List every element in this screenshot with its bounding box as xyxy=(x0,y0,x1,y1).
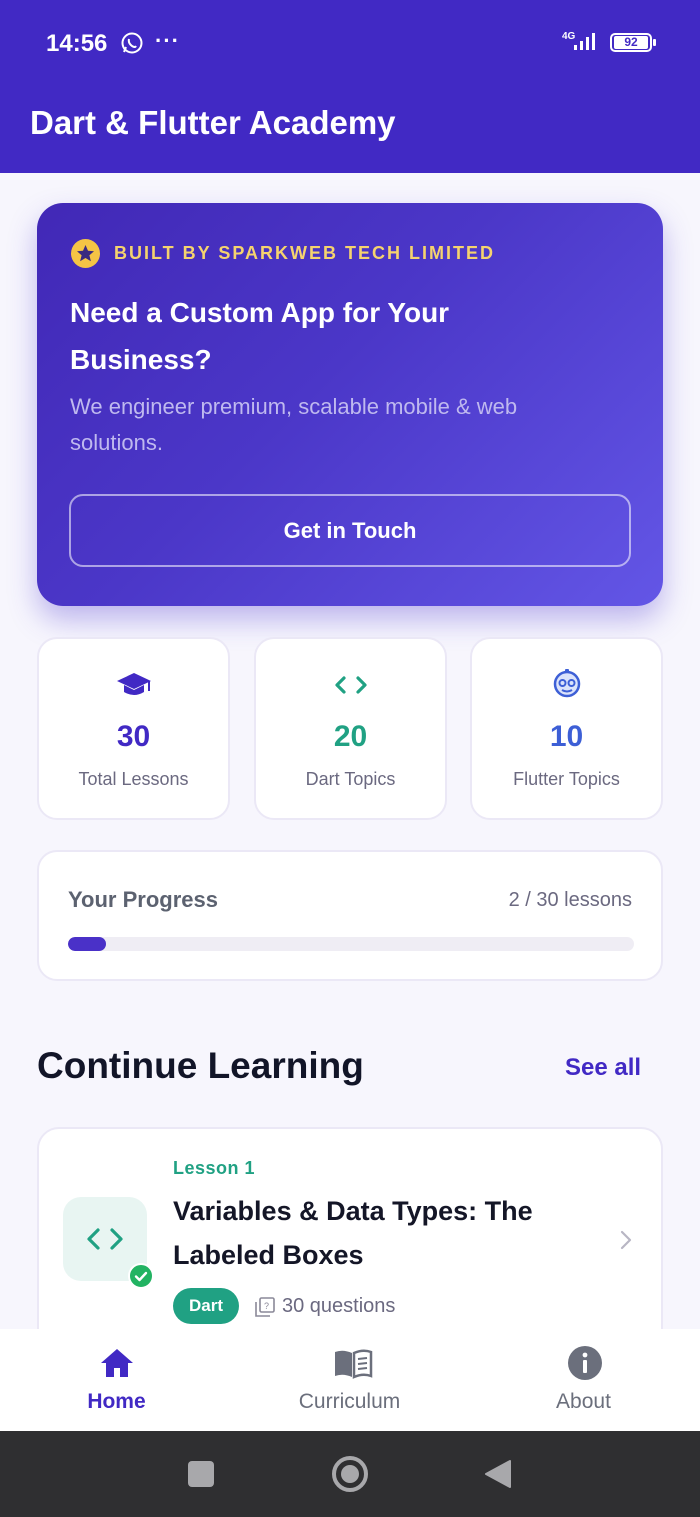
bottom-nav: Home Curriculum About xyxy=(0,1329,700,1431)
lesson-card[interactable]: Lesson 1 Variables & Data Types: The Lab… xyxy=(37,1127,663,1357)
nav-label: Curriculum xyxy=(298,1390,401,1413)
nav-home[interactable]: Home xyxy=(0,1329,233,1431)
system-nav-bar xyxy=(0,1431,700,1517)
lesson-number: Lesson 1 xyxy=(173,1158,256,1178)
robot-icon xyxy=(553,669,581,698)
stat-card-total-lessons: 30 Total Lessons xyxy=(37,637,230,820)
home-icon xyxy=(101,1349,133,1377)
status-bar: 14:56 ··· 4G 92 xyxy=(0,0,700,88)
info-icon xyxy=(568,1346,602,1380)
battery-icon: 92 xyxy=(610,33,656,52)
progress-bar xyxy=(68,937,634,951)
stat-value: 20 xyxy=(333,720,368,753)
status-time: 14:56 xyxy=(46,30,108,57)
nav-label: About xyxy=(556,1390,611,1413)
progress-card: Your Progress 2 / 30 lessons xyxy=(37,850,663,981)
lesson-title: Variables & Data Types: The Labeled Boxe… xyxy=(173,1196,533,1270)
signal-icon: 4G xyxy=(562,31,595,50)
stat-label: Flutter Topics xyxy=(513,769,620,789)
nav-curriculum[interactable]: Curriculum xyxy=(233,1329,466,1431)
lesson-tag: Dart xyxy=(173,1288,239,1324)
home-button[interactable] xyxy=(332,1456,368,1492)
stat-value: 10 xyxy=(549,720,584,753)
graduation-cap-icon xyxy=(117,673,151,695)
questions-icon: ? xyxy=(255,1297,275,1317)
code-icon xyxy=(335,676,367,694)
app-title: Dart & Flutter Academy xyxy=(30,104,396,141)
star-icon xyxy=(71,239,100,268)
promo-description: We engineer premium, scalable mobile & w… xyxy=(70,394,518,455)
stat-label: Total Lessons xyxy=(78,769,189,789)
promo-eyebrow: BUILT BY SPARKWEB TECH LIMITED xyxy=(114,243,495,263)
completed-check-icon xyxy=(128,1263,154,1289)
lesson-question-count: 30 questions xyxy=(282,1295,396,1317)
whatsapp-icon xyxy=(121,32,143,54)
progress-bar-fill xyxy=(68,937,106,951)
recent-apps-button[interactable] xyxy=(188,1461,214,1487)
nav-label: Home xyxy=(87,1390,146,1413)
nav-about[interactable]: About xyxy=(467,1329,700,1431)
progress-count: 2 / 30 lessons xyxy=(508,889,632,911)
see-all-link[interactable]: See all xyxy=(565,1054,641,1082)
more-notifications-icon: ··· xyxy=(155,28,180,53)
battery-level: 92 xyxy=(614,36,648,49)
svg-text:?: ? xyxy=(264,1301,269,1311)
promo-card: BUILT BY SPARKWEB TECH LIMITED Need a Cu… xyxy=(37,203,663,606)
stat-value: 30 xyxy=(116,720,151,753)
stat-card-dart-topics: 20 Dart Topics xyxy=(254,637,447,820)
back-button[interactable] xyxy=(484,1459,512,1489)
continue-learning-heading: Continue Learning xyxy=(37,1045,364,1086)
get-in-touch-button[interactable]: Get in Touch xyxy=(69,494,631,567)
svg-text:4G: 4G xyxy=(562,31,576,42)
stat-card-flutter-topics: 10 Flutter Topics xyxy=(470,637,663,820)
chevron-right-icon xyxy=(620,1230,632,1250)
progress-title: Your Progress xyxy=(68,887,218,912)
stat-label: Dart Topics xyxy=(305,769,396,789)
app-header: 14:56 ··· 4G 92 Dart & Flutter Academy xyxy=(0,0,700,173)
book-icon xyxy=(335,1349,373,1379)
promo-title: Need a Custom App for Your Business? xyxy=(70,297,450,375)
